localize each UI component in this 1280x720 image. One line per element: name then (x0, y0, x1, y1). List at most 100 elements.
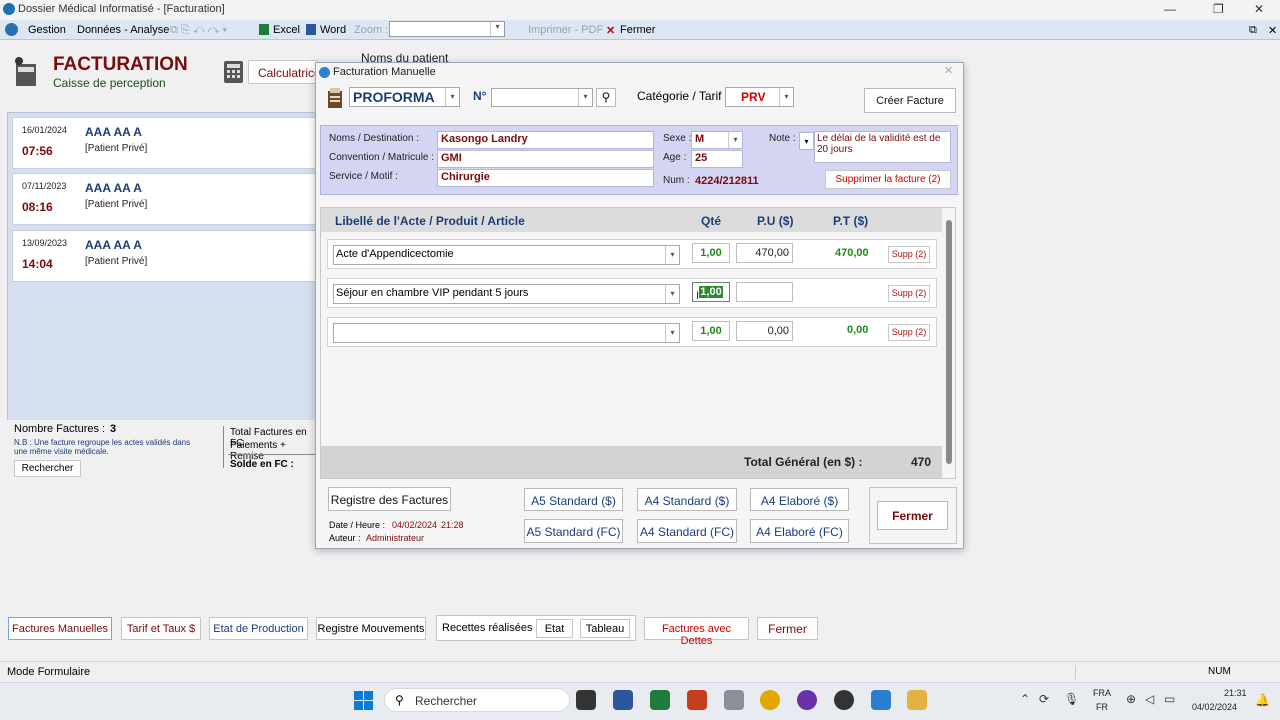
chevron-up-icon[interactable]: ⌃ (1020, 692, 1030, 706)
menu-word[interactable]: Word (320, 24, 346, 36)
dialog-icon (319, 67, 330, 78)
categorie-select[interactable]: PRV ▾ (725, 87, 794, 107)
a5-standard-usd-button[interactable]: A5 Standard ($) (524, 488, 623, 511)
libelle-select[interactable]: Acte d'Appendicectomie ▾ (333, 245, 680, 265)
menu-fermer[interactable]: Fermer (620, 24, 655, 36)
service-field[interactable]: Chirurgie (437, 169, 654, 187)
notification-icon[interactable]: 🔔 (1255, 693, 1270, 707)
windows-start-icon[interactable] (354, 691, 373, 710)
solde-label: Solde en FC : (230, 459, 294, 470)
supp-button[interactable]: Supp (2) (888, 324, 930, 341)
registre-mouvements-button[interactable]: Registre Mouvements (316, 617, 426, 640)
divider (223, 426, 224, 468)
menu-excel[interactable]: Excel (273, 24, 300, 36)
scrollbar[interactable] (946, 220, 952, 464)
close-doc-icon[interactable]: ✕ (1268, 24, 1277, 37)
supp-button[interactable]: Supp (2) (888, 246, 930, 263)
a4-standard-fc-button[interactable]: A4 Standard (FC) (637, 519, 737, 543)
taskbar-search[interactable]: ⚲ Rechercher (384, 688, 570, 712)
etat-button[interactable]: Etat (536, 619, 573, 638)
dialog-title: Facturation Manuelle (333, 66, 436, 78)
rechercher-button[interactable]: Rechercher (14, 460, 81, 477)
convention-field[interactable]: GMI (437, 150, 654, 168)
qte-field[interactable]: 1,00 (692, 243, 730, 263)
title-bar: Dossier Médical Informatisé - [Facturati… (0, 0, 1280, 20)
menu-donnees-analyse[interactable]: Données - Analyse (77, 24, 169, 36)
minimize-icon[interactable]: — (1164, 2, 1176, 16)
chevron-down-icon: ▾ (665, 246, 679, 264)
sync-icon[interactable]: ⟳ (1039, 692, 1049, 706)
powerpoint-app-icon[interactable] (687, 690, 707, 710)
status-cells (1075, 665, 1205, 680)
etat-production-button[interactable]: Etat de Production (209, 617, 308, 640)
registre-factures-button[interactable]: Registre des Factures (328, 487, 451, 511)
num-select[interactable]: ▾ (491, 88, 593, 107)
word-app-icon[interactable] (613, 690, 633, 710)
a4-standard-usd-button[interactable]: A4 Standard ($) (637, 488, 737, 511)
chrome-app-icon[interactable] (760, 690, 780, 710)
tableau-button[interactable]: Tableau (580, 619, 630, 638)
date-value: 04/02/2024 (392, 520, 438, 530)
factures-manuelles-button[interactable]: Factures Manuelles (8, 617, 112, 640)
clock-date[interactable]: 04/02/2024 (1192, 702, 1237, 712)
pu-field[interactable]: 0,00 (736, 321, 793, 341)
fermer-main-button[interactable]: Fermer (757, 617, 818, 640)
tarif-taux-button[interactable]: Tarif et Taux $ (121, 617, 201, 640)
note-field[interactable]: Le délai de la validité est de 20 jours (814, 131, 951, 163)
pu-field[interactable]: 470,00 (736, 243, 793, 263)
file-explorer-icon[interactable] (907, 690, 927, 710)
maximize-icon[interactable]: ❐ (1213, 2, 1224, 16)
patient-card[interactable]: 13/09/2023 14:04 AAA AA A [Patient Privé… (12, 230, 317, 282)
patient-name: AAA AA A (85, 238, 142, 252)
page-subtitle: Caisse de perception (53, 76, 166, 90)
sexe-select[interactable]: M ▾ (691, 131, 743, 149)
close-icon[interactable]: ✕ (1254, 2, 1264, 16)
nb-factures-label: Nombre Factures : (14, 423, 106, 435)
a5-standard-fc-button[interactable]: A5 Standard (FC) (524, 519, 623, 543)
task-view-icon[interactable] (576, 690, 596, 710)
a4-elabore-fc-button[interactable]: A4 Elaboré (FC) (750, 519, 849, 543)
volume-icon[interactable]: ◁ (1145, 692, 1154, 706)
patient-card[interactable]: 07/11/2023 08:16 AAA AA A [Patient Privé… (12, 173, 317, 225)
qte-selected-text: 1,00 (699, 286, 723, 298)
fermer-dialog-button[interactable]: Fermer (877, 501, 948, 530)
battery-icon[interactable]: ▭ (1164, 692, 1175, 706)
age-field[interactable]: 25 (691, 150, 743, 168)
patient-date: 16/01/2024 (22, 125, 68, 135)
microphone-icon[interactable]: 🎙 (1064, 692, 1079, 706)
nom-field[interactable]: Kasongo Landry (437, 131, 654, 149)
window-title: Dossier Médical Informatisé - [Facturati… (18, 3, 225, 15)
dialog-close-icon[interactable]: ✕ (944, 64, 953, 77)
calculatrice-button[interactable]: Calculatrice (248, 60, 321, 84)
app-icon[interactable] (834, 690, 854, 710)
lang-primary[interactable]: FRA (1093, 688, 1111, 698)
taskbar-search-text: Rechercher (415, 694, 478, 708)
supprimer-facture-button[interactable]: Supprimer la facture (2) (825, 170, 951, 189)
supp-button[interactable]: Supp (2) (888, 285, 930, 302)
dossier-medical-app-icon[interactable] (871, 690, 891, 710)
libelle-select[interactable]: Séjour en chambre VIP pendant 5 jours ▾ (333, 284, 680, 304)
chevron-down-icon[interactable]: ▾ (799, 132, 814, 150)
app-menu-icon[interactable] (5, 23, 18, 36)
a4-elabore-usd-button[interactable]: A4 Elaboré ($) (750, 488, 849, 511)
patient-type: [Patient Privé] (85, 256, 148, 267)
cashier-icon (12, 56, 40, 88)
pu-field[interactable] (736, 282, 793, 302)
patient-card[interactable]: 16/01/2024 07:56 AAA AA A [Patient Privé… (12, 117, 317, 169)
doc-type-select[interactable]: PROFORMA ▾ (349, 87, 460, 107)
service-label: Service / Motif : (329, 171, 398, 182)
clock-time[interactable]: 21:31 (1224, 688, 1247, 698)
globe-icon[interactable]: ⊕ (1126, 692, 1136, 706)
libelle-select[interactable]: ▾ (333, 323, 680, 343)
restore-icon[interactable]: ⧉ (1249, 24, 1257, 37)
menu-gestion[interactable]: Gestion (28, 24, 66, 36)
lang-secondary[interactable]: FR (1096, 702, 1108, 712)
factures-dettes-button[interactable]: Factures avec Dettes (644, 617, 749, 647)
media-app-icon[interactable] (797, 690, 817, 710)
qte-field[interactable]: 1,00 (692, 321, 730, 341)
tools-app-icon[interactable] (724, 690, 744, 710)
search-icon[interactable]: ⚲ (596, 88, 616, 107)
zoom-select[interactable]: ▾ (389, 21, 505, 37)
creer-facture-button[interactable]: Créer Facture (864, 88, 956, 113)
excel-app-icon[interactable] (650, 690, 670, 710)
